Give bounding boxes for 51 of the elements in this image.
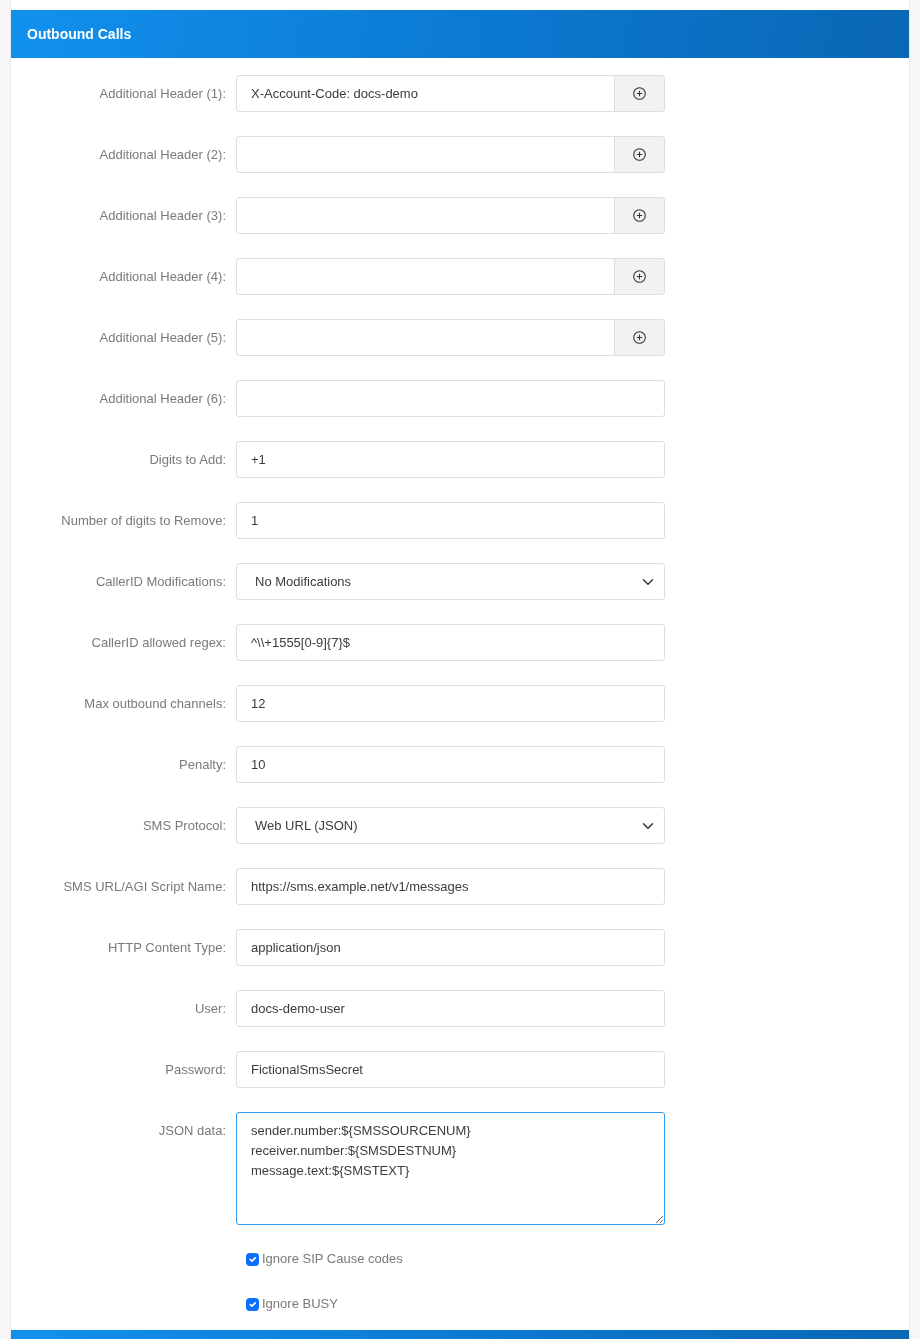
field-label: Additional Header (1): bbox=[99, 85, 226, 101]
field-label: Additional Header (4): bbox=[99, 268, 226, 284]
checkbox-label: Ignore SIP Cause codes bbox=[262, 1250, 403, 1269]
field-label: SMS Protocol: bbox=[142, 817, 226, 833]
text-input[interactable]: https://sms.example.net/v1/messages bbox=[236, 868, 665, 905]
field-label: JSON data: bbox=[158, 1123, 226, 1138]
text-input[interactable]: 1 bbox=[236, 502, 665, 539]
field-label: CallerID allowed regex: bbox=[91, 634, 226, 650]
header-input[interactable] bbox=[236, 319, 615, 356]
field-label: Password: bbox=[165, 1061, 226, 1077]
text-input[interactable]: application/json bbox=[236, 929, 665, 966]
add-button[interactable] bbox=[614, 136, 665, 173]
checkbox[interactable] bbox=[246, 1252, 259, 1266]
text-input[interactable]: 12 bbox=[236, 685, 665, 722]
dropdown-select[interactable]: Web URL (JSON) bbox=[236, 807, 665, 844]
add-button[interactable] bbox=[614, 319, 665, 356]
text-input[interactable] bbox=[236, 380, 665, 417]
field-label: Number of digits to Remove: bbox=[61, 512, 226, 528]
header-input[interactable] bbox=[236, 258, 615, 295]
checkbox[interactable] bbox=[246, 1297, 259, 1311]
add-button[interactable] bbox=[614, 258, 665, 295]
add-button[interactable] bbox=[614, 75, 665, 112]
plus-circle-icon bbox=[633, 331, 646, 344]
header-input[interactable] bbox=[236, 197, 615, 234]
field-label: Additional Header (6): bbox=[99, 390, 226, 406]
panel-title: Outbound Calls bbox=[27, 24, 132, 44]
text-input[interactable]: docs-demo-user bbox=[236, 990, 665, 1027]
plus-circle-icon bbox=[633, 148, 646, 161]
field-label: Additional Header (2): bbox=[99, 146, 226, 162]
field-label: Penalty: bbox=[179, 756, 226, 772]
text-input[interactable]: ^\\+1555[0-9]{7}$ bbox=[236, 624, 665, 661]
text-input[interactable]: 10 bbox=[236, 746, 665, 783]
plus-circle-icon bbox=[633, 87, 646, 100]
add-button[interactable] bbox=[614, 197, 665, 234]
field-label: Max outbound channels: bbox=[84, 695, 226, 711]
field-label: Digits to Add: bbox=[149, 451, 226, 467]
field-label: HTTP Content Type: bbox=[107, 939, 226, 955]
field-label: CallerID Modifications: bbox=[95, 573, 226, 589]
checkbox-label: Ignore BUSY bbox=[262, 1295, 338, 1314]
field-label: Additional Header (5): bbox=[99, 329, 226, 345]
header-input[interactable]: X-Account-Code: docs-demo bbox=[236, 75, 615, 112]
text-input[interactable]: FictionalSmsSecret bbox=[236, 1051, 665, 1088]
json-textarea[interactable]: sender.number:${SMSSOURCENUM} receiver.number:${SMSDESTNUM} message.text:${SMSTEXT} bbox=[236, 1112, 665, 1225]
header-input[interactable] bbox=[236, 136, 615, 173]
field-label: SMS URL/AGI Script Name: bbox=[63, 878, 226, 894]
plus-circle-icon bbox=[633, 209, 646, 222]
dropdown-select[interactable]: No Modifications bbox=[236, 563, 665, 600]
field-label: Additional Header (3): bbox=[99, 207, 226, 223]
field-label: User: bbox=[194, 1000, 226, 1016]
plus-circle-icon bbox=[633, 270, 646, 283]
text-input[interactable]: +1 bbox=[236, 441, 665, 478]
